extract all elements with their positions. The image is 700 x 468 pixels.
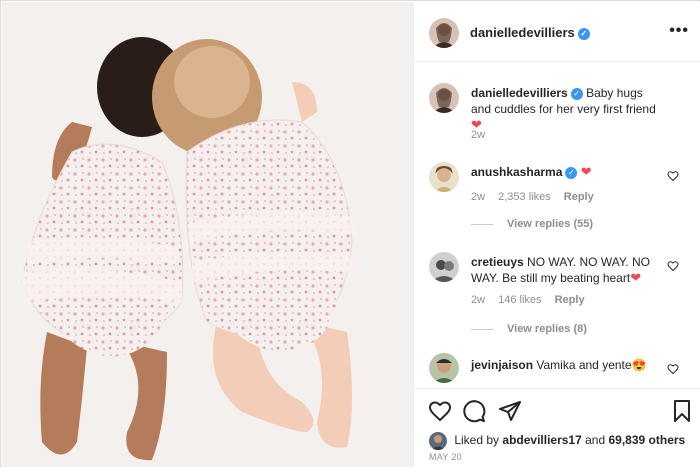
comment-username[interactable]: anushkasharma <box>471 165 562 179</box>
comment-likes[interactable]: 2,353 likes <box>498 191 551 203</box>
caption-meta: 2w <box>471 129 495 141</box>
view-replies-label[interactable]: View replies (8) <box>507 323 587 335</box>
view-replies-line <box>471 223 493 225</box>
liker-avatar[interactable] <box>429 432 447 450</box>
view-replies-button[interactable]: View replies (55) <box>471 218 593 230</box>
more-horizontal-icon[interactable]: ••• <box>669 22 689 40</box>
heart-emoji: ❤ <box>630 270 642 285</box>
commenter-avatar[interactable] <box>429 252 459 282</box>
verified-badge-icon: ✓ <box>577 27 590 40</box>
post-photo[interactable] <box>2 2 413 467</box>
like-comment-heart-icon[interactable] <box>667 363 679 375</box>
comment-time[interactable]: 2w <box>471 191 485 203</box>
post-date[interactable]: MAY 20 <box>429 452 462 462</box>
save-bookmark-icon[interactable] <box>670 399 694 423</box>
like-comment-heart-icon[interactable] <box>667 170 679 182</box>
comment-body: Vamika and yente <box>536 358 632 372</box>
comment-username[interactable]: jevinjaison <box>471 358 533 372</box>
share-paper-plane-icon[interactable] <box>498 399 522 423</box>
babies-photo <box>2 2 413 467</box>
caption-text: danielledevilliers ✓ Baby hugs and cuddle… <box>471 85 661 133</box>
reply-button[interactable]: Reply <box>564 191 594 203</box>
reply-button[interactable]: Reply <box>555 294 585 306</box>
author-avatar[interactable] <box>429 18 459 48</box>
verified-badge-icon: ✓ <box>570 87 583 100</box>
comment-username[interactable]: cretieuys <box>471 255 524 269</box>
comment-text: jevinjaison Vamika and yente😍 <box>471 357 661 373</box>
comment-meta: 2w 2,353 likes Reply <box>471 191 604 203</box>
commenter-avatar[interactable] <box>429 353 459 383</box>
comment-bubble-icon[interactable] <box>462 399 486 423</box>
view-replies-button[interactable]: View replies (8) <box>471 323 587 335</box>
comment-text: cretieuys NO WAY. NO WAY. NO WAY. Be sti… <box>471 254 661 286</box>
liked-by-summary: Liked by abdevilliers17 and 69,839 other… <box>429 432 685 450</box>
comments-list: danielledevilliers ✓ Baby hugs and cuddle… <box>414 63 700 388</box>
view-replies-label[interactable]: View replies (55) <box>507 218 593 230</box>
caption-time[interactable]: 2w <box>471 129 485 141</box>
comment-text: anushkasharma ✓ ❤ <box>471 164 661 180</box>
author-username-text[interactable]: danielledevilliers <box>470 25 575 40</box>
like-heart-icon[interactable] <box>428 399 452 423</box>
liked-by-user[interactable]: abdevilliers17 <box>502 433 581 447</box>
instagram-post-window: danielledevilliers ✓ ••• danielledevillie… <box>0 0 700 467</box>
comment-meta: 2w 146 likes Reply <box>471 294 595 306</box>
heart-emoji: ❤ <box>580 164 592 179</box>
view-replies-line <box>471 328 493 330</box>
comment-likes[interactable]: 146 likes <box>498 294 541 306</box>
caption-username[interactable]: danielledevilliers <box>471 86 568 100</box>
liked-by-prefix: Liked by <box>454 433 500 448</box>
like-comment-heart-icon[interactable] <box>667 260 679 272</box>
liked-by-and: and <box>585 433 606 448</box>
heart-eyes-emoji: 😍 <box>631 358 647 372</box>
post-side-panel: danielledevilliers ✓ ••• danielledevillie… <box>413 2 700 467</box>
commenter-avatar[interactable] <box>429 162 459 192</box>
author-username[interactable]: danielledevilliers ✓ <box>470 25 590 40</box>
post-header: danielledevilliers ✓ ••• <box>414 2 700 62</box>
post-actions: Liked by abdevilliers17 and 69,839 other… <box>414 388 700 468</box>
verified-badge-icon: ✓ <box>565 166 578 179</box>
comment-time[interactable]: 2w <box>471 294 485 306</box>
liked-by-others[interactable]: 69,839 others <box>609 433 686 447</box>
caption-avatar[interactable] <box>429 83 459 113</box>
